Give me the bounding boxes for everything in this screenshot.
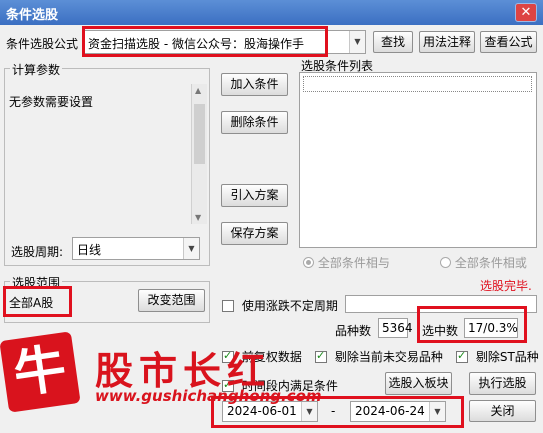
exclude-st-option[interactable]: 剔除ST品种 — [456, 348, 539, 365]
scrollbar-thumb[interactable] — [194, 104, 205, 164]
radio-and-label: 全部条件相与 — [317, 256, 390, 270]
chevron-down-icon[interactable]: ▼ — [183, 238, 199, 259]
highlight-box-scope — [3, 286, 72, 317]
close-button[interactable]: 关闭 — [469, 400, 536, 422]
period-label: 选股周期: — [11, 245, 64, 259]
delete-condition-button[interactable]: 删除条件 — [221, 111, 288, 134]
radio-or-option[interactable]: 全部条件相或 — [440, 254, 527, 271]
title-bar: 条件选股 ✕ — [0, 0, 543, 25]
exclude-untraded-option[interactable]: 剔除当前未交易品种 — [315, 348, 443, 365]
params-scrollbar[interactable]: ▲ ▼ — [191, 84, 207, 224]
execute-button[interactable]: 执行选股 — [469, 372, 536, 395]
params-group-label: 计算参数 — [10, 61, 63, 78]
params-text: 无参数需要设置 — [9, 95, 94, 109]
variety-count: 5364 — [382, 321, 413, 335]
exclude-untraded-checkbox[interactable] — [315, 349, 327, 363]
period-value: 日线 — [77, 243, 102, 257]
condition-list[interactable] — [299, 72, 537, 248]
save-scheme-button[interactable]: 保存方案 — [221, 222, 288, 245]
add-to-block-button[interactable]: 选股入板块 — [385, 372, 452, 395]
variable-period-checkbox[interactable] — [222, 300, 234, 312]
highlight-box-formula — [82, 26, 328, 57]
find-button[interactable]: 查找 — [373, 31, 413, 53]
formula-label: 条件选股公式 — [6, 37, 79, 51]
variable-period-option[interactable]: 使用涨跌不定周期 — [222, 297, 338, 314]
scroll-up-icon[interactable]: ▲ — [195, 86, 201, 95]
usage-notes-button[interactable]: 用法注释 — [419, 31, 475, 53]
watermark-logo: 牛 — [0, 331, 81, 413]
radio-and-option[interactable]: 全部条件相与 — [303, 254, 390, 271]
add-condition-button[interactable]: 加入条件 — [221, 73, 288, 96]
period-select[interactable]: 日线 ▼ — [72, 237, 200, 260]
highlight-box-hits — [417, 306, 527, 343]
radio-or-label: 全部条件相或 — [454, 256, 527, 270]
exclude-st-checkbox[interactable] — [456, 349, 468, 363]
exclude-untraded-label: 剔除当前未交易品种 — [334, 350, 443, 364]
variety-label: 品种数 — [335, 324, 372, 338]
variety-count-field: 5364 — [378, 318, 413, 338]
close-icon[interactable]: ✕ — [515, 3, 537, 22]
radio-or-icon[interactable] — [440, 257, 451, 268]
chevron-down-icon[interactable]: ▼ — [349, 31, 365, 53]
condition-list-focus — [303, 76, 532, 92]
import-scheme-button[interactable]: 引入方案 — [221, 184, 288, 207]
scroll-down-icon[interactable]: ▼ — [195, 213, 201, 222]
window-title: 条件选股 — [6, 8, 59, 23]
view-formula-button[interactable]: 查看公式 — [480, 31, 537, 53]
status-done: 选股完毕. — [480, 279, 532, 293]
variable-period-label: 使用涨跌不定周期 — [241, 299, 338, 313]
watermark-logo-char: 牛 — [10, 338, 70, 406]
radio-and-icon[interactable] — [303, 257, 314, 268]
change-scope-button[interactable]: 改变范围 — [138, 289, 205, 312]
exclude-st-label: 剔除ST品种 — [475, 350, 539, 364]
watermark-url: www.gushichanghong.com — [95, 387, 322, 405]
